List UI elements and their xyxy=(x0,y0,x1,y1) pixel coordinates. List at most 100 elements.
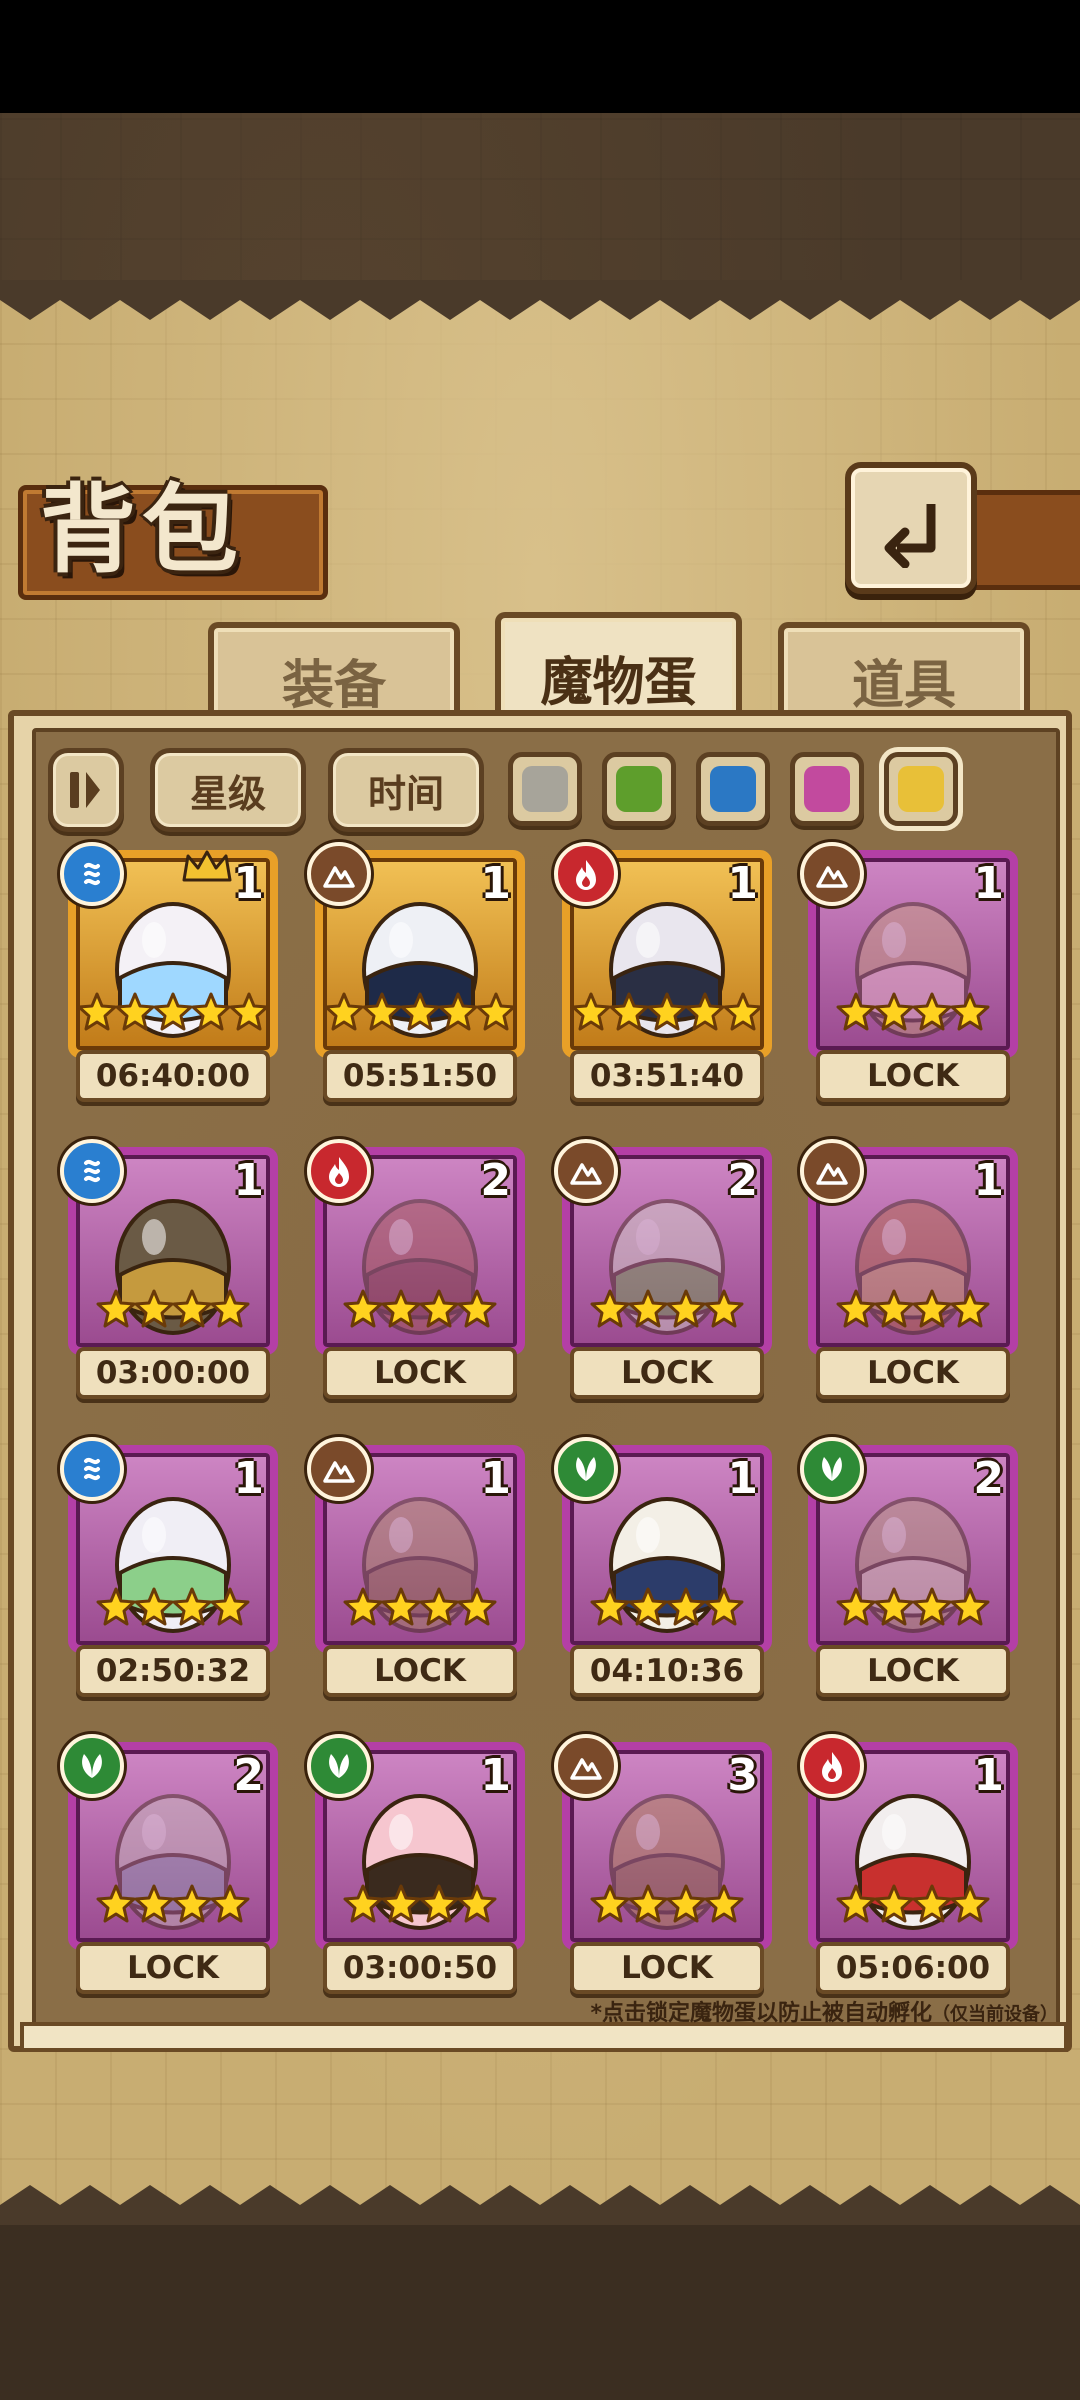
filter-pink[interactable] xyxy=(790,752,864,826)
star-icon xyxy=(950,992,990,1031)
star-icon xyxy=(590,1289,630,1328)
egg-card[interactable]: 1 03:51:40 xyxy=(554,842,772,1102)
egg-card[interactable]: 3 LOCK xyxy=(554,1734,772,1994)
star-icon xyxy=(836,1884,876,1923)
earth-element-icon xyxy=(554,1139,618,1203)
egg-card[interactable]: 2 LOCK xyxy=(800,1437,1018,1697)
egg-card[interactable]: 1 LOCK xyxy=(800,842,1018,1102)
back-arrow-icon xyxy=(884,504,936,568)
fire-element-icon xyxy=(307,1139,371,1203)
star-rating xyxy=(808,992,1018,1042)
sort-order-icon xyxy=(70,772,100,808)
star-icon xyxy=(704,1289,744,1328)
star-icon xyxy=(704,1587,744,1626)
star-icon xyxy=(343,1587,383,1626)
star-icon xyxy=(153,992,193,1031)
egg-card[interactable]: 2 LOCK xyxy=(60,1734,278,1994)
grass-element-icon xyxy=(60,1734,124,1798)
egg-count: 1 xyxy=(480,858,511,909)
star-icon xyxy=(874,1884,914,1923)
filter-blue[interactable] xyxy=(696,752,770,826)
sort-by-time-button[interactable]: 时间 xyxy=(328,748,484,832)
hatch-timer: 03:00:00 xyxy=(76,1347,270,1399)
fire-element-icon xyxy=(554,842,618,906)
lock-label: LOCK xyxy=(323,1347,517,1399)
water-element-icon xyxy=(60,1437,124,1501)
earth-element-icon xyxy=(554,1734,618,1798)
egg-card[interactable]: 1 04:10:36 xyxy=(554,1437,772,1697)
filter-yellow[interactable] xyxy=(884,752,958,826)
star-icon xyxy=(836,992,876,1031)
egg-card[interactable]: 1 03:00:00 xyxy=(60,1139,278,1399)
egg-count: 3 xyxy=(727,1750,758,1801)
egg-count: 1 xyxy=(973,858,1004,909)
hatch-timer: 04:10:36 xyxy=(570,1645,764,1697)
star-icon xyxy=(912,1884,952,1923)
star-rating xyxy=(315,1884,525,1934)
earth-element-icon xyxy=(800,842,864,906)
grass-element-icon xyxy=(554,1437,618,1501)
egg-card[interactable]: 1 05:51:50 xyxy=(307,842,525,1102)
hatch-timer: 03:51:40 xyxy=(570,1050,764,1102)
star-icon xyxy=(134,1587,174,1626)
star-icon xyxy=(476,992,516,1031)
star-icon xyxy=(950,1884,990,1923)
egg-card[interactable]: 1 03:00:50 xyxy=(307,1734,525,1994)
star-icon xyxy=(571,992,611,1031)
crown-icon xyxy=(180,848,234,888)
water-element-icon xyxy=(60,1139,124,1203)
back-button[interactable] xyxy=(845,462,977,594)
star-icon xyxy=(628,1289,668,1328)
egg-card[interactable]: 1 LOCK xyxy=(800,1139,1018,1399)
star-icon xyxy=(210,1587,250,1626)
filter-green[interactable] xyxy=(602,752,676,826)
sort-by-star-label: 星级 xyxy=(189,771,266,816)
egg-card[interactable]: 1 LOCK xyxy=(307,1437,525,1697)
lock-label: LOCK xyxy=(323,1645,517,1697)
star-icon xyxy=(836,1289,876,1328)
star-rating xyxy=(562,992,772,1042)
star-icon xyxy=(874,992,914,1031)
lock-hint-text: *点击锁定魔物蛋以防止被自动孵化（仅当前设备） xyxy=(548,1995,1058,2026)
filter-gray[interactable] xyxy=(508,752,582,826)
egg-count: 1 xyxy=(480,1453,511,1504)
earth-element-icon xyxy=(307,842,371,906)
star-icon xyxy=(874,1587,914,1626)
bottom-map-strip xyxy=(0,2215,1080,2400)
star-icon xyxy=(609,992,649,1031)
star-icon xyxy=(912,992,952,1031)
tab-items-label: 道具 xyxy=(851,656,956,716)
egg-card[interactable]: 1 02:50:32 xyxy=(60,1437,278,1697)
egg-count: 2 xyxy=(727,1155,758,1206)
egg-count: 1 xyxy=(480,1750,511,1801)
egg-card[interactable]: 1 05:06:00 xyxy=(800,1734,1018,1994)
star-rating xyxy=(562,1884,772,1934)
star-icon xyxy=(457,1587,497,1626)
star-icon xyxy=(172,1289,212,1328)
star-icon xyxy=(912,1587,952,1626)
star-icon xyxy=(77,992,117,1031)
star-rating xyxy=(68,1289,278,1339)
lock-label: LOCK xyxy=(816,1347,1010,1399)
star-icon xyxy=(172,1587,212,1626)
star-icon xyxy=(115,992,155,1031)
egg-card[interactable]: 2 LOCK xyxy=(554,1139,772,1399)
star-icon xyxy=(210,1289,250,1328)
star-icon xyxy=(191,992,231,1031)
star-rating xyxy=(808,1289,1018,1339)
star-icon xyxy=(723,992,763,1031)
egg-card[interactable]: 1 06:40:00 xyxy=(60,842,278,1102)
egg-card[interactable]: 2 LOCK xyxy=(307,1139,525,1399)
sort-by-star-button[interactable]: 星级 xyxy=(150,748,306,832)
star-icon xyxy=(419,1884,459,1923)
zigzag-edge-bottom xyxy=(0,2185,1080,2225)
earth-element-icon xyxy=(307,1437,371,1501)
star-icon xyxy=(685,992,725,1031)
grass-element-icon xyxy=(307,1734,371,1798)
board-bottom-rail xyxy=(20,2022,1068,2052)
star-icon xyxy=(96,1884,136,1923)
sort-order-button[interactable] xyxy=(48,748,124,832)
star-icon xyxy=(362,992,402,1031)
lock-label: LOCK xyxy=(570,1942,764,1994)
star-icon xyxy=(381,1884,421,1923)
